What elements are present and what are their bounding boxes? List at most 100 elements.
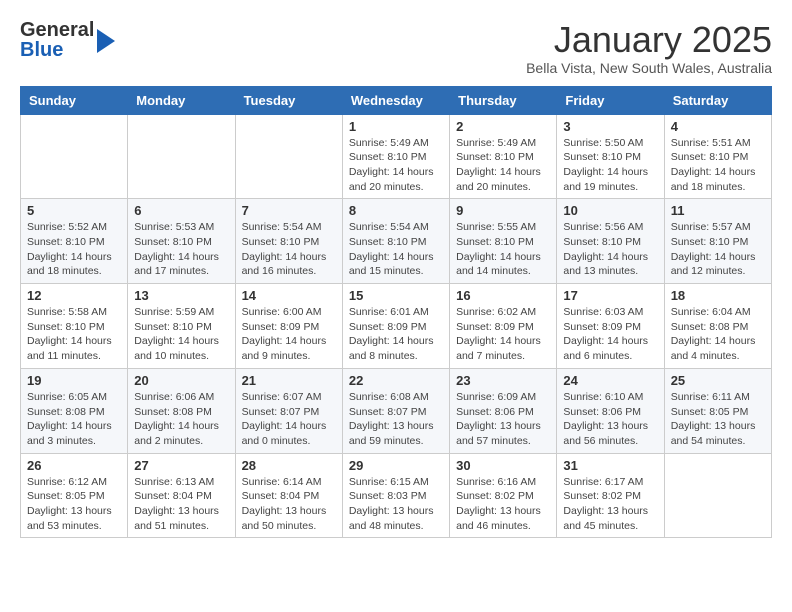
day-info: Sunrise: 5:59 AM Sunset: 8:10 PM Dayligh…	[134, 305, 228, 364]
title-section: January 2025 Bella Vista, New South Wale…	[526, 20, 772, 76]
day-info: Sunrise: 6:01 AM Sunset: 8:09 PM Dayligh…	[349, 305, 443, 364]
calendar-cell: 20 Sunrise: 6:06 AM Sunset: 8:08 PM Dayli…	[128, 368, 235, 453]
day-number: 26	[27, 458, 121, 473]
calendar-cell: 3 Sunrise: 5:50 AM Sunset: 8:10 PM Daylig…	[557, 114, 664, 199]
calendar-cell: 24Sunrise: 6:10 AM Sunset: 8:06 PM Dayli…	[557, 368, 664, 453]
calendar-cell: 27 Sunrise: 6:13 AM Sunset: 8:04 PM Dayli…	[128, 453, 235, 538]
day-info: Sunrise: 6:16 AM Sunset: 8:02 PM Dayligh…	[456, 475, 550, 534]
calendar-cell: 29 Sunrise: 6:15 AM Sunset: 8:03 PM Dayli…	[342, 453, 449, 538]
calendar-cell: 16Sunrise: 6:02 AM Sunset: 8:09 PM Dayli…	[450, 284, 557, 369]
day-number: 15	[349, 288, 443, 303]
calendar-cell: 6 Sunrise: 5:53 AM Sunset: 8:10 PM Daylig…	[128, 199, 235, 284]
day-of-week-header: Monday	[128, 86, 235, 114]
day-of-week-header: Tuesday	[235, 86, 342, 114]
calendar-week-row: 1 Sunrise: 5:49 AM Sunset: 8:10 PM Daylig…	[21, 114, 772, 199]
calendar-cell: 5 Sunrise: 5:52 AM Sunset: 8:10 PM Daylig…	[21, 199, 128, 284]
day-info: Sunrise: 6:05 AM Sunset: 8:08 PM Dayligh…	[27, 390, 121, 449]
day-info: Sunrise: 5:53 AM Sunset: 8:10 PM Dayligh…	[134, 220, 228, 279]
page-header: General Blue January 2025 Bella Vista, N…	[20, 20, 772, 76]
day-info: Sunrise: 6:17 AM Sunset: 8:02 PM Dayligh…	[563, 475, 657, 534]
day-info: Sunrise: 5:51 AM Sunset: 8:10 PM Dayligh…	[671, 136, 765, 195]
day-info: Sunrise: 5:50 AM Sunset: 8:10 PM Dayligh…	[563, 136, 657, 195]
day-info: Sunrise: 6:00 AM Sunset: 8:09 PM Dayligh…	[242, 305, 336, 364]
calendar-cell: 23Sunrise: 6:09 AM Sunset: 8:06 PM Dayli…	[450, 368, 557, 453]
day-number: 13	[134, 288, 228, 303]
day-number: 21	[242, 373, 336, 388]
day-number: 20	[134, 373, 228, 388]
day-number: 1	[349, 119, 443, 134]
day-number: 24	[563, 373, 657, 388]
day-info: Sunrise: 6:13 AM Sunset: 8:04 PM Dayligh…	[134, 475, 228, 534]
calendar-cell: 13 Sunrise: 5:59 AM Sunset: 8:10 PM Dayli…	[128, 284, 235, 369]
calendar-cell	[21, 114, 128, 199]
day-info: Sunrise: 6:14 AM Sunset: 8:04 PM Dayligh…	[242, 475, 336, 534]
day-info: Sunrise: 6:07 AM Sunset: 8:07 PM Dayligh…	[242, 390, 336, 449]
day-of-week-header: Saturday	[664, 86, 771, 114]
logo: General Blue	[20, 20, 117, 60]
day-info: Sunrise: 5:49 AM Sunset: 8:10 PM Dayligh…	[349, 136, 443, 195]
day-number: 5	[27, 203, 121, 218]
logo-blue: Blue	[20, 40, 94, 60]
calendar-cell: 9Sunrise: 5:55 AM Sunset: 8:10 PM Daylig…	[450, 199, 557, 284]
day-info: Sunrise: 5:56 AM Sunset: 8:10 PM Dayligh…	[563, 220, 657, 279]
day-info: Sunrise: 6:12 AM Sunset: 8:05 PM Dayligh…	[27, 475, 121, 534]
day-info: Sunrise: 5:54 AM Sunset: 8:10 PM Dayligh…	[242, 220, 336, 279]
calendar-cell: 7 Sunrise: 5:54 AM Sunset: 8:10 PM Daylig…	[235, 199, 342, 284]
day-info: Sunrise: 5:58 AM Sunset: 8:10 PM Dayligh…	[27, 305, 121, 364]
calendar-cell: 18Sunrise: 6:04 AM Sunset: 8:08 PM Dayli…	[664, 284, 771, 369]
calendar-week-row: 19Sunrise: 6:05 AM Sunset: 8:08 PM Dayli…	[21, 368, 772, 453]
calendar-cell: 19Sunrise: 6:05 AM Sunset: 8:08 PM Dayli…	[21, 368, 128, 453]
day-info: Sunrise: 5:52 AM Sunset: 8:10 PM Dayligh…	[27, 220, 121, 279]
calendar-cell	[664, 453, 771, 538]
day-of-week-header: Wednesday	[342, 86, 449, 114]
calendar-cell: 26 Sunrise: 6:12 AM Sunset: 8:05 PM Dayli…	[21, 453, 128, 538]
day-info: Sunrise: 6:09 AM Sunset: 8:06 PM Dayligh…	[456, 390, 550, 449]
calendar-header-row: SundayMondayTuesdayWednesdayThursdayFrid…	[21, 86, 772, 114]
day-info: Sunrise: 6:15 AM Sunset: 8:03 PM Dayligh…	[349, 475, 443, 534]
day-of-week-header: Friday	[557, 86, 664, 114]
day-number: 7	[242, 203, 336, 218]
day-number: 18	[671, 288, 765, 303]
calendar-cell: 30 Sunrise: 6:16 AM Sunset: 8:02 PM Dayli…	[450, 453, 557, 538]
day-number: 22	[349, 373, 443, 388]
day-info: Sunrise: 6:08 AM Sunset: 8:07 PM Dayligh…	[349, 390, 443, 449]
day-of-week-header: Sunday	[21, 86, 128, 114]
day-number: 17	[563, 288, 657, 303]
month-title: January 2025	[526, 20, 772, 60]
calendar-cell: 1 Sunrise: 5:49 AM Sunset: 8:10 PM Daylig…	[342, 114, 449, 199]
calendar-week-row: 12 Sunrise: 5:58 AM Sunset: 8:10 PM Dayli…	[21, 284, 772, 369]
day-number: 3	[563, 119, 657, 134]
day-number: 27	[134, 458, 228, 473]
day-info: Sunrise: 6:06 AM Sunset: 8:08 PM Dayligh…	[134, 390, 228, 449]
day-info: Sunrise: 5:54 AM Sunset: 8:10 PM Dayligh…	[349, 220, 443, 279]
day-info: Sunrise: 5:57 AM Sunset: 8:10 PM Dayligh…	[671, 220, 765, 279]
day-info: Sunrise: 6:03 AM Sunset: 8:09 PM Dayligh…	[563, 305, 657, 364]
location: Bella Vista, New South Wales, Australia	[526, 60, 772, 76]
day-of-week-header: Thursday	[450, 86, 557, 114]
calendar-cell: 2 Sunrise: 5:49 AM Sunset: 8:10 PM Daylig…	[450, 114, 557, 199]
day-number: 6	[134, 203, 228, 218]
day-info: Sunrise: 5:55 AM Sunset: 8:10 PM Dayligh…	[456, 220, 550, 279]
calendar-cell	[235, 114, 342, 199]
day-number: 8	[349, 203, 443, 218]
day-number: 14	[242, 288, 336, 303]
calendar-cell	[128, 114, 235, 199]
calendar-cell: 31 Sunrise: 6:17 AM Sunset: 8:02 PM Dayli…	[557, 453, 664, 538]
calendar-week-row: 5 Sunrise: 5:52 AM Sunset: 8:10 PM Daylig…	[21, 199, 772, 284]
day-number: 12	[27, 288, 121, 303]
calendar-cell: 15 Sunrise: 6:01 AM Sunset: 8:09 PM Dayli…	[342, 284, 449, 369]
calendar-cell: 10 Sunrise: 5:56 AM Sunset: 8:10 PM Dayli…	[557, 199, 664, 284]
calendar-cell: 11 Sunrise: 5:57 AM Sunset: 8:10 PM Dayli…	[664, 199, 771, 284]
day-number: 31	[563, 458, 657, 473]
day-number: 29	[349, 458, 443, 473]
day-number: 2	[456, 119, 550, 134]
logo-icon	[97, 27, 117, 55]
day-number: 4	[671, 119, 765, 134]
day-number: 10	[563, 203, 657, 218]
calendar-cell: 28 Sunrise: 6:14 AM Sunset: 8:04 PM Dayli…	[235, 453, 342, 538]
day-info: Sunrise: 5:49 AM Sunset: 8:10 PM Dayligh…	[456, 136, 550, 195]
day-number: 11	[671, 203, 765, 218]
day-number: 28	[242, 458, 336, 473]
day-number: 30	[456, 458, 550, 473]
calendar-week-row: 26 Sunrise: 6:12 AM Sunset: 8:05 PM Dayli…	[21, 453, 772, 538]
